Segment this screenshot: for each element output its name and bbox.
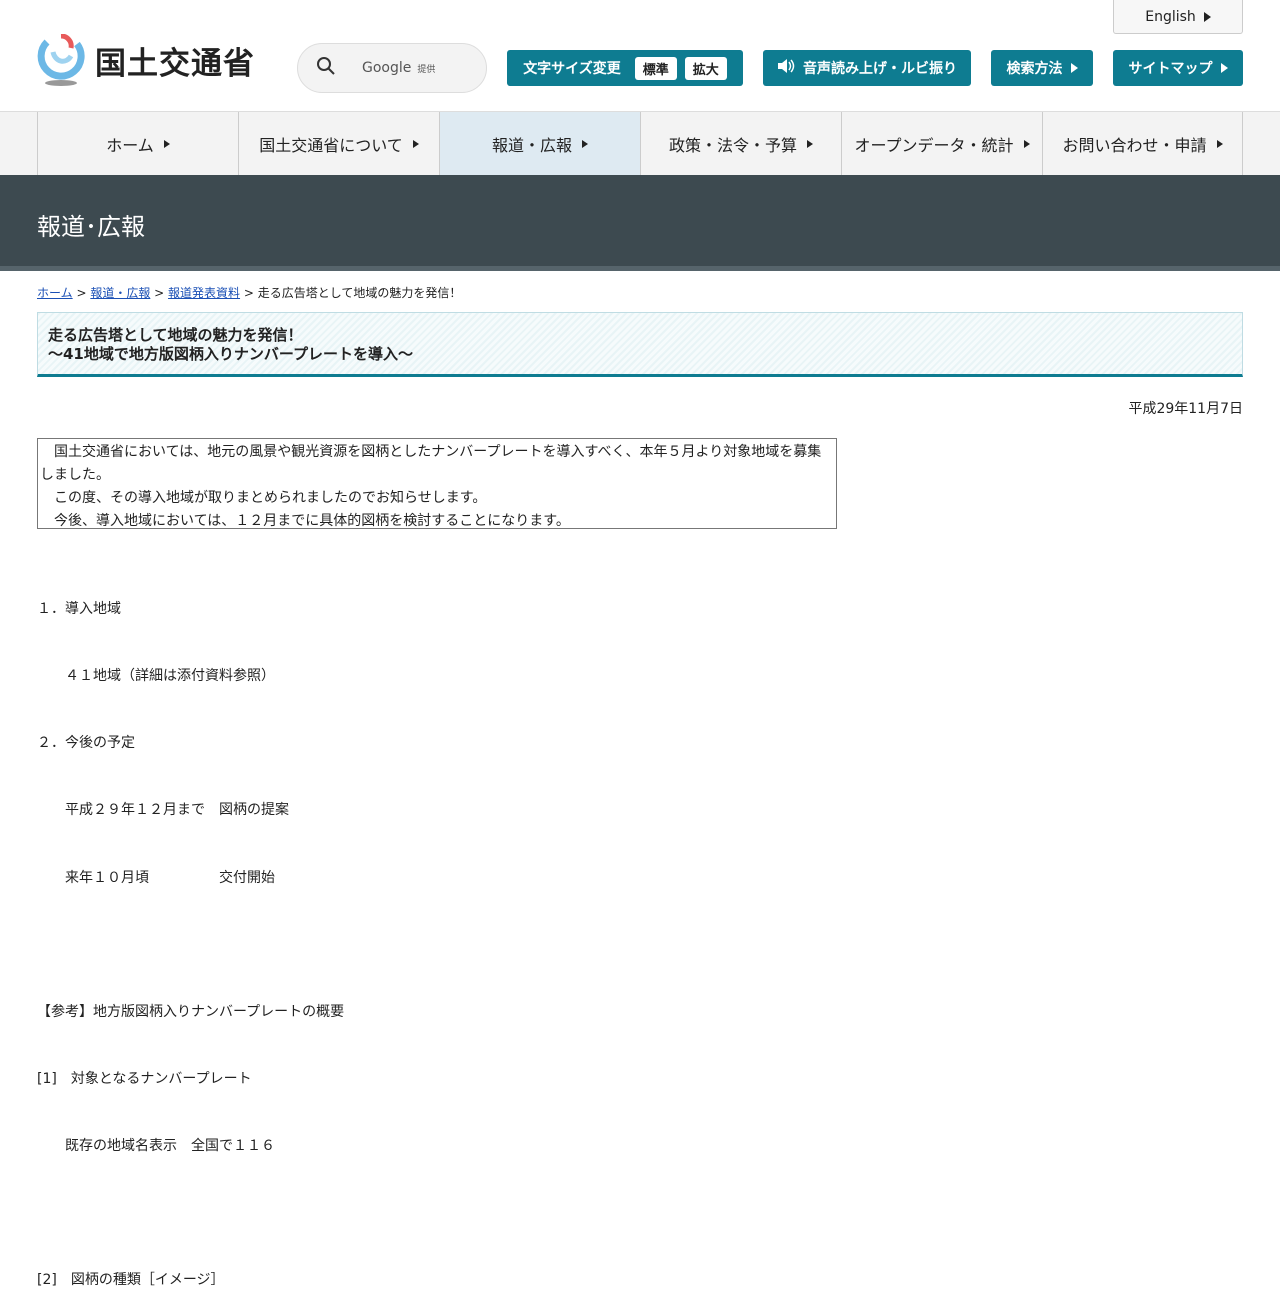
nav-label: 報道・広報 xyxy=(491,135,572,155)
search-method-button[interactable]: 検索方法 xyxy=(991,50,1093,86)
nav-home[interactable]: ホーム xyxy=(37,112,238,175)
triangle-right-icon xyxy=(1203,11,1211,22)
speaker-icon xyxy=(777,58,795,78)
body-line: 平成２９年１２月まで 図柄の提案 xyxy=(37,802,289,819)
search-provider: Google xyxy=(362,60,412,76)
sitemap-label: サイトマップ xyxy=(1128,61,1213,77)
page-title: 走る広告塔として地域の魅力を発信！ ～41地域で地方版図柄入りナンバープレートを… xyxy=(37,312,1243,377)
mlit-logo-icon xyxy=(37,33,85,86)
summary-paragraph: この度、その導入地域が取りまとめられましたのでお知らせします。 xyxy=(40,490,487,506)
body-line: 来年１０月頃 交付開始 xyxy=(37,869,275,886)
nav-label: ホーム xyxy=(106,135,154,155)
search-method-label: 検索方法 xyxy=(1006,61,1063,77)
nav-policy[interactable]: 政策・法令・予算 xyxy=(640,112,841,175)
triangle-right-icon xyxy=(807,139,813,148)
section-title: 報道･広報 xyxy=(37,213,145,241)
nav-label: お問い合わせ・申請 xyxy=(1062,135,1207,155)
triangle-right-icon xyxy=(1023,139,1030,148)
breadcrumb-press[interactable]: 報道発表資料 xyxy=(168,286,240,300)
body-line: １．導入地域 xyxy=(37,600,121,617)
font-standard-button[interactable]: 標準 xyxy=(634,56,677,80)
nav-label: オープンデータ・統計 xyxy=(854,135,1014,155)
section-banner: 報道･広報 xyxy=(0,175,1280,271)
font-large-button[interactable]: 拡大 xyxy=(684,56,727,80)
body-line: 【参考】地方版図柄入りナンバープレートの概要 xyxy=(37,1003,345,1020)
nav-contact[interactable]: お問い合わせ・申請 xyxy=(1042,112,1243,175)
search-provider-suffix: 提供 xyxy=(417,65,436,75)
logo-text: 国土交通省 xyxy=(95,45,255,82)
breadcrumb-news[interactable]: 報道・広報 xyxy=(90,286,150,300)
summary-paragraph: 国土交通省においては、地元の風景や観光資源を図柄としたナンバープレートを導入すべ… xyxy=(40,444,822,483)
summary-paragraph: 今後、導入地域においては、１２月までに具体的図柄を検討することになります。 xyxy=(40,513,570,529)
font-size-control: 文字サイズ変更 標準 拡大 xyxy=(507,50,743,86)
triangle-right-icon xyxy=(582,139,588,148)
search-icon[interactable] xyxy=(316,56,336,80)
body-line: 既存の地域名表示 全国で１１６ xyxy=(37,1138,275,1155)
summary-box: 国土交通省においては、地元の風景や観光資源を図柄としたナンバープレートを導入すべ… xyxy=(37,438,837,529)
nav-label: 政策・法令・予算 xyxy=(668,135,797,155)
nav-news[interactable]: 報道・広報 xyxy=(439,112,640,175)
english-link[interactable]: English xyxy=(1113,0,1243,34)
font-size-label: 文字サイズ変更 xyxy=(523,61,621,77)
triangle-right-icon xyxy=(412,139,419,148)
nav-opendata[interactable]: オープンデータ・統計 xyxy=(841,112,1042,175)
sitemap-button[interactable]: サイトマップ xyxy=(1113,50,1243,86)
body-line: ２．今後の予定 xyxy=(37,735,135,752)
breadcrumb: ホーム > 報道・広報 > 報道発表資料 > 走る広告塔として地域の魅力を発信！ xyxy=(37,286,462,300)
triangle-right-icon xyxy=(1220,63,1228,73)
triangle-right-icon xyxy=(163,139,170,148)
speech-label: 音声読み上げ・ルビ振り xyxy=(803,61,957,77)
breadcrumb-home[interactable]: ホーム xyxy=(37,286,73,300)
global-nav: ホーム 国土交通省について 報道・広報 政策・法令・予算 オープンデータ・統計 … xyxy=(0,111,1280,175)
speech-button[interactable]: 音声読み上げ・ルビ振り xyxy=(763,50,971,86)
title-line-1: 走る広告塔として地域の魅力を発信！ xyxy=(48,326,303,344)
article-body: １．導入地域 ４１地域（詳細は添付資料参照） ２．今後の予定 平成２９年１２月ま… xyxy=(37,553,344,1314)
site-logo[interactable]: 国土交通省 xyxy=(37,33,255,86)
search-box[interactable]: Google 提供 xyxy=(297,43,487,93)
body-line: [2] 図柄の種類［イメージ］ xyxy=(37,1272,225,1289)
body-line: [1] 対象となるナンバープレート xyxy=(37,1070,252,1087)
breadcrumb-current: 走る広告塔として地域の魅力を発信！ xyxy=(257,286,462,300)
triangle-right-icon xyxy=(1070,63,1078,73)
body-line: ４１地域（詳細は添付資料参照） xyxy=(37,668,275,685)
english-label: English xyxy=(1145,8,1196,25)
publish-date: 平成29年11月7日 xyxy=(1128,401,1243,417)
nav-about[interactable]: 国土交通省について xyxy=(238,112,439,175)
triangle-right-icon xyxy=(1216,139,1223,148)
nav-label: 国土交通省について xyxy=(259,135,403,155)
title-line-2: ～41地域で地方版図柄入りナンバープレートを導入～ xyxy=(48,345,413,363)
